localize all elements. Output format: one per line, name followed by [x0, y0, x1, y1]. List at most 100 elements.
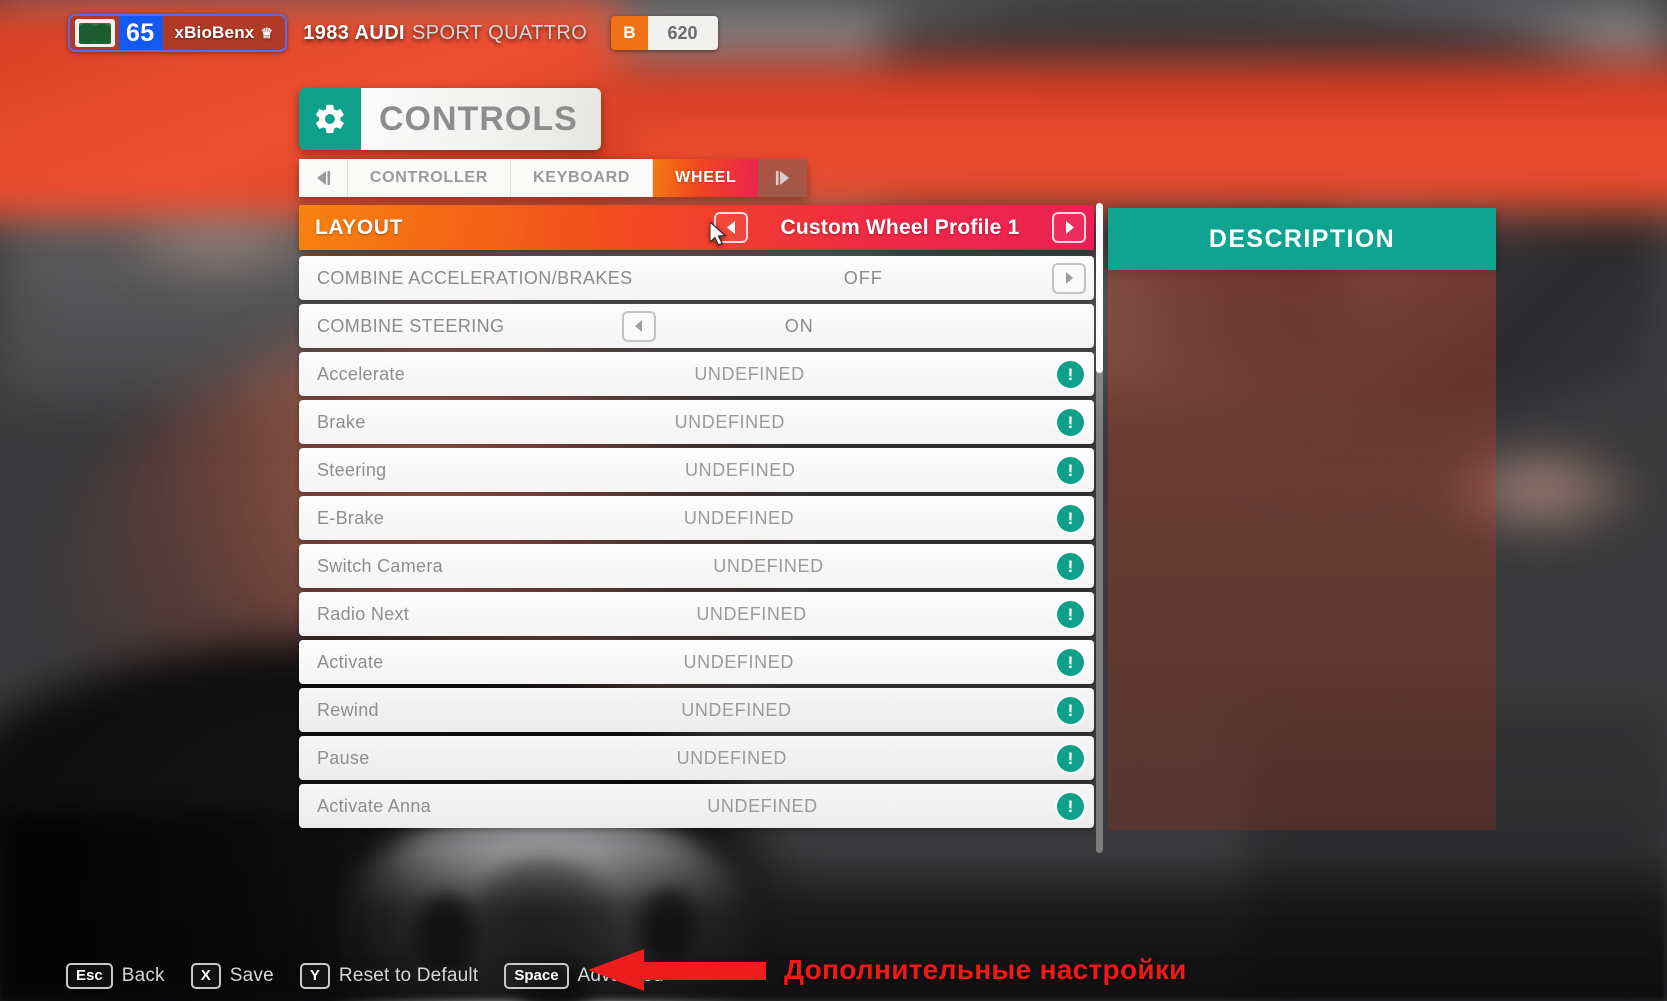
row-value: UNDEFINED [681, 699, 792, 720]
row-label: Activate [317, 651, 384, 672]
chevron-right-icon [775, 171, 789, 185]
binding-row-activate-anna[interactable]: Activate Anna UNDEFINED ! [299, 784, 1094, 828]
triangle-right-icon [1066, 272, 1073, 284]
row-value: UNDEFINED [707, 795, 818, 816]
setting-row-combine-steering[interactable]: COMBINE STEERING ON [299, 304, 1094, 348]
row-label: Switch Camera [317, 555, 443, 576]
top-hud-bar: 65 xBioBenx ♕ 1983 AUDI SPORT QUATTRO B … [68, 14, 718, 52]
profile-next-button[interactable] [1052, 212, 1086, 243]
row-value: UNDEFINED [713, 555, 824, 576]
row-value: UNDEFINED [676, 747, 787, 768]
row-label: Pause [317, 747, 370, 768]
tab-wheel[interactable]: WHEEL [653, 159, 759, 197]
tab-keyboard[interactable]: KEYBOARD [510, 159, 654, 197]
player-name: xBioBenx ♕ [163, 23, 285, 43]
list-scrollbar-thumb[interactable] [1096, 203, 1103, 373]
controls-panel: CONTROLS CONTROLLER KEYBOARD WHEEL LAYOU… [299, 88, 1103, 853]
binding-row-pause[interactable]: Pause UNDEFINED ! [299, 736, 1094, 780]
page-title: CONTROLS [361, 88, 601, 150]
car-year-make: 1983 AUDI [303, 21, 405, 44]
tabs-prev-button[interactable] [299, 159, 348, 197]
prompt-save[interactable]: X Save [190, 962, 274, 989]
tabs-next-button[interactable] [758, 159, 807, 197]
binding-row-brake[interactable]: Brake UNDEFINED ! [299, 400, 1094, 444]
warning-icon: ! [1057, 552, 1084, 580]
key-space: Space [504, 962, 569, 989]
row-label: Rewind [317, 699, 379, 720]
arrow-left-icon [588, 949, 766, 991]
binding-row-activate[interactable]: Activate UNDEFINED ! [299, 640, 1094, 684]
prompt-back-label: Back [121, 964, 165, 986]
row-value: UNDEFINED [696, 603, 807, 624]
annotation-text: Дополнительные настройки [784, 954, 1187, 985]
warning-icon: ! [1057, 744, 1084, 772]
row-label: Accelerate [317, 363, 406, 384]
description-body [1108, 270, 1496, 830]
layout-label: LAYOUT [315, 215, 403, 239]
profile-prev-button[interactable] [714, 212, 748, 243]
warning-icon: ! [1057, 360, 1084, 388]
panel-title-bar: CONTROLS [299, 88, 601, 150]
binding-row-e-brake[interactable]: E-Brake UNDEFINED ! [299, 496, 1094, 540]
list-scrollbar[interactable] [1096, 203, 1103, 853]
prompt-reset-to-default[interactable]: Y Reset to Default [299, 962, 479, 989]
binding-row-accelerate[interactable]: Accelerate UNDEFINED ! [299, 352, 1094, 396]
row-value: OFF [843, 267, 883, 288]
row-value: UNDEFINED [694, 363, 805, 384]
crown-icon: ♕ [260, 25, 274, 41]
triangle-right-icon [1065, 221, 1074, 234]
input-device-tabs: CONTROLLER KEYBOARD WHEEL [299, 159, 807, 197]
row-next-button[interactable] [1052, 262, 1086, 294]
flag-icon [75, 19, 115, 47]
warning-icon: ! [1057, 648, 1084, 676]
prompt-save-label: Save [229, 964, 274, 986]
player-level: 65 [119, 16, 164, 50]
performance-index: 620 [647, 16, 718, 50]
row-label: COMBINE ACCELERATION/BRAKES [317, 267, 633, 288]
binding-row-steering[interactable]: Steering UNDEFINED ! [299, 448, 1094, 492]
row-label: Activate Anna [317, 795, 431, 816]
annotation-overlay: Дополнительные настройки [588, 949, 1187, 991]
warning-icon: ! [1057, 456, 1084, 484]
warning-icon: ! [1057, 408, 1084, 436]
warning-icon: ! [1057, 792, 1084, 820]
triangle-left-icon [726, 221, 735, 234]
player-name-text: xBioBenx [174, 23, 255, 42]
setting-row-combine-acceleration-brakes[interactable]: COMBINE ACCELERATION/BRAKES OFF [299, 256, 1094, 300]
binding-row-rewind[interactable]: Rewind UNDEFINED ! [299, 688, 1094, 732]
car-title: 1983 AUDI SPORT QUATTRO [303, 22, 587, 45]
tab-controller[interactable]: CONTROLLER [347, 159, 511, 197]
row-label: E-Brake [317, 507, 385, 528]
gear-icon [299, 88, 361, 150]
car-class-letter: B [611, 16, 648, 50]
key-esc: Esc [66, 962, 113, 989]
bottom-prompt-bar: Esc Back X Save Y Reset to Default Space… [66, 962, 664, 989]
player-chip[interactable]: 65 xBioBenx ♕ [68, 14, 288, 52]
prompt-reset-label: Reset to Default [338, 964, 479, 986]
row-value: UNDEFINED [683, 651, 794, 672]
row-label: COMBINE STEERING [317, 315, 505, 336]
key-y: Y [299, 962, 330, 989]
car-model: SPORT QUATTRO [412, 21, 588, 44]
row-value: UNDEFINED [685, 459, 796, 480]
settings-list: COMBINE ACCELERATION/BRAKES OFF COMBINE … [299, 203, 1103, 853]
row-label: Radio Next [317, 603, 410, 624]
row-value: UNDEFINED [674, 411, 785, 432]
row-label: Steering [317, 459, 387, 480]
key-x: X [190, 962, 221, 989]
binding-row-switch-camera[interactable]: Switch Camera UNDEFINED ! [299, 544, 1094, 588]
warning-icon: ! [1057, 696, 1084, 724]
binding-row-radio-next[interactable]: Radio Next UNDEFINED ! [299, 592, 1094, 636]
prompt-back[interactable]: Esc Back [66, 962, 165, 989]
car-class-badge: B 620 [611, 16, 718, 50]
warning-icon: ! [1057, 504, 1084, 532]
chevron-left-icon [316, 171, 331, 185]
warning-icon: ! [1057, 600, 1084, 628]
profile-name: Custom Wheel Profile 1 [780, 215, 1020, 239]
row-value: UNDEFINED [683, 507, 795, 528]
description-title: DESCRIPTION [1108, 208, 1496, 270]
row-value: ON [784, 315, 814, 336]
profile-selector: Custom Wheel Profile 1 [714, 212, 1094, 243]
layout-profile-bar: LAYOUT Custom Wheel Profile 1 [299, 205, 1094, 250]
row-label: Brake [317, 411, 366, 432]
